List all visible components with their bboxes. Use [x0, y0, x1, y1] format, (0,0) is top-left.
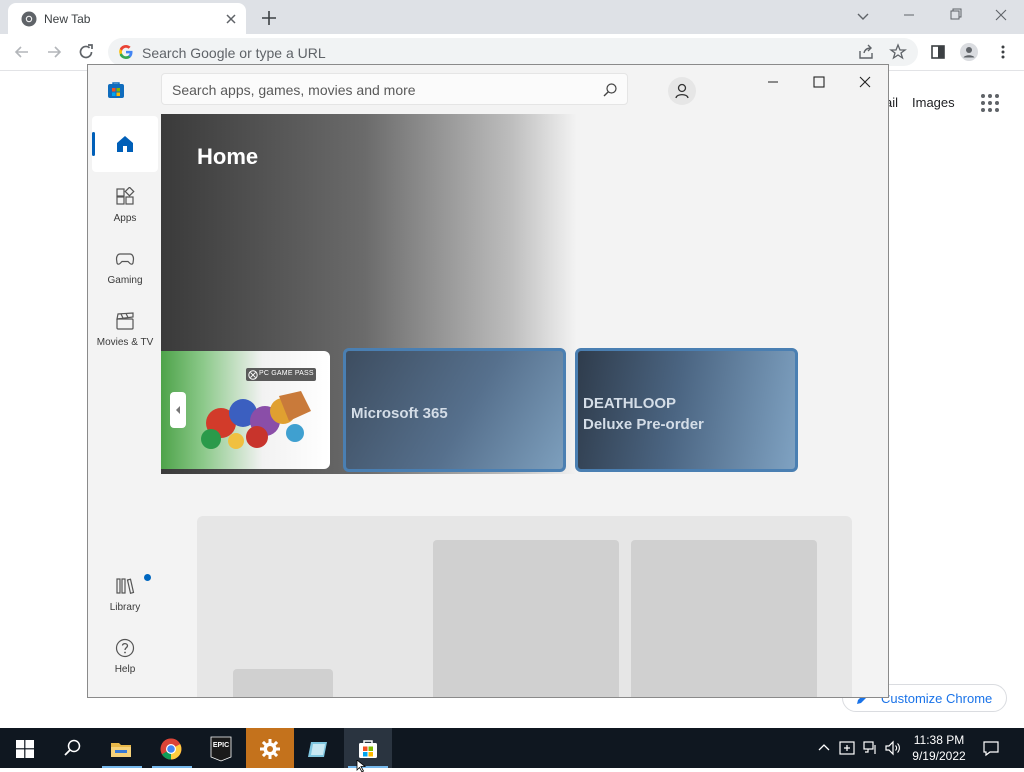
- kebab-menu-icon[interactable]: [993, 42, 1013, 62]
- microsoft-store-window: Apps Gaming Movies & TV Library Help Hom…: [87, 64, 889, 698]
- nav-gaming[interactable]: Gaming: [92, 241, 158, 297]
- game-characters-art: [201, 391, 311, 449]
- taskbar-search-button[interactable]: [48, 728, 96, 768]
- taskbar-settings[interactable]: [246, 728, 294, 768]
- epic-games-icon: EPIC: [210, 736, 232, 762]
- share-icon[interactable]: [856, 42, 876, 62]
- windows-taskbar: EPIC 11:38 PM 9/19/2022: [0, 728, 1024, 768]
- chevron-down-icon[interactable]: [853, 6, 873, 26]
- taskbar-chrome[interactable]: [148, 728, 196, 768]
- chrome-icon: [160, 738, 182, 760]
- clock-date: 9/19/2022: [912, 749, 966, 763]
- nav-apps[interactable]: Apps: [92, 179, 158, 235]
- store-bag-icon: [357, 738, 379, 760]
- search-icon[interactable]: [602, 82, 618, 98]
- new-tab-plus-icon[interactable]: [258, 7, 280, 29]
- nav-movies-tv[interactable]: Movies & TV: [92, 303, 158, 359]
- profile-icon[interactable]: [959, 42, 979, 62]
- taskbar-file-explorer[interactable]: [98, 728, 146, 768]
- system-clock[interactable]: 11:38 PM 9/19/2022: [906, 732, 972, 764]
- nav-help-label: Help: [114, 664, 136, 675]
- account-avatar[interactable]: [668, 77, 696, 105]
- windows-logo-icon: [16, 740, 34, 758]
- network-icon[interactable]: [862, 739, 880, 757]
- clock-time: 11:38 PM: [913, 733, 965, 747]
- close-tab-icon[interactable]: [223, 11, 239, 27]
- active-indicator: [92, 132, 95, 156]
- clapperboard-icon: [115, 311, 135, 331]
- taskbar-microsoft-store[interactable]: [344, 728, 392, 768]
- app-tile-icon: [307, 738, 329, 760]
- taskbar-app[interactable]: [295, 728, 343, 768]
- bookmark-star-icon[interactable]: [888, 42, 908, 62]
- store-search-box[interactable]: [161, 73, 628, 105]
- restore-icon[interactable]: [941, 4, 969, 26]
- placeholder-tile: [233, 669, 333, 697]
- placeholder-tile: [631, 540, 817, 697]
- tab-title: New Tab: [44, 12, 91, 26]
- google-apps-grid-icon[interactable]: [980, 93, 1000, 113]
- nav-home[interactable]: [92, 116, 158, 172]
- omnibox[interactable]: Search Google or type a URL: [108, 38, 918, 66]
- store-logo-icon: [107, 81, 125, 99]
- store-close-icon[interactable]: [850, 71, 880, 93]
- chevron-up-icon[interactable]: [815, 739, 833, 757]
- deathloop-card[interactable]: DEATHLOOP Deluxe Pre-order: [575, 348, 798, 472]
- forward-arrow-icon[interactable]: [44, 42, 64, 62]
- customize-chrome-label: Customize Chrome: [881, 691, 993, 706]
- tab-new-tab[interactable]: New Tab: [8, 3, 246, 34]
- search-icon: [62, 738, 84, 760]
- nav-help[interactable]: Help: [92, 630, 158, 686]
- back-arrow-icon[interactable]: [12, 42, 32, 62]
- browser-tab-strip: New Tab: [0, 0, 1024, 34]
- microsoft-365-card[interactable]: Microsoft 365: [343, 348, 566, 472]
- speaker-icon[interactable]: [884, 739, 902, 757]
- apps-icon: [115, 187, 135, 207]
- tray-app-icon[interactable]: [838, 739, 856, 757]
- carousel-prev-button[interactable]: [170, 392, 186, 428]
- chrome-favicon-icon: [21, 11, 37, 27]
- content-panel: [197, 516, 852, 697]
- taskbar-epic-games[interactable]: EPIC: [198, 728, 246, 768]
- person-icon: [675, 83, 689, 99]
- start-button[interactable]: [0, 728, 48, 768]
- minimize-icon[interactable]: [895, 4, 923, 26]
- epic-label: EPIC: [212, 742, 230, 749]
- home-icon: [115, 134, 135, 154]
- deathloop-subtitle: Deluxe Pre-order: [583, 416, 704, 433]
- reload-icon[interactable]: [76, 42, 96, 62]
- nav-library[interactable]: Library: [92, 568, 158, 624]
- store-maximize-icon[interactable]: [804, 71, 834, 93]
- nav-gaming-label: Gaming: [107, 275, 143, 286]
- close-window-icon[interactable]: [987, 4, 1015, 26]
- omnibox-placeholder: Search Google or type a URL: [142, 45, 326, 61]
- mouse-cursor-icon: [356, 760, 366, 772]
- nav-movies-tv-label: Movies & TV: [96, 337, 154, 348]
- deathloop-title: DEATHLOOP: [583, 395, 677, 412]
- store-search-input[interactable]: [172, 80, 592, 100]
- images-link[interactable]: Images: [912, 95, 955, 110]
- placeholder-tile: [433, 540, 619, 697]
- store-minimize-icon[interactable]: [758, 71, 788, 93]
- pc-game-pass-card[interactable]: PC GAME PASS: [161, 351, 330, 469]
- side-panel-icon[interactable]: [928, 42, 948, 62]
- gear-icon: [259, 738, 281, 760]
- notifications-icon[interactable]: [982, 739, 1000, 757]
- gamepad-icon: [115, 249, 135, 269]
- nav-library-label: Library: [109, 602, 141, 613]
- page-title: Home: [197, 144, 259, 169]
- library-notification-dot: [144, 574, 151, 581]
- microsoft-365-label: Microsoft 365: [351, 405, 448, 422]
- nav-apps-label: Apps: [113, 213, 137, 224]
- library-icon: [115, 576, 135, 596]
- folder-icon: [110, 738, 132, 760]
- google-g-icon: [118, 44, 134, 60]
- help-icon: [115, 638, 135, 658]
